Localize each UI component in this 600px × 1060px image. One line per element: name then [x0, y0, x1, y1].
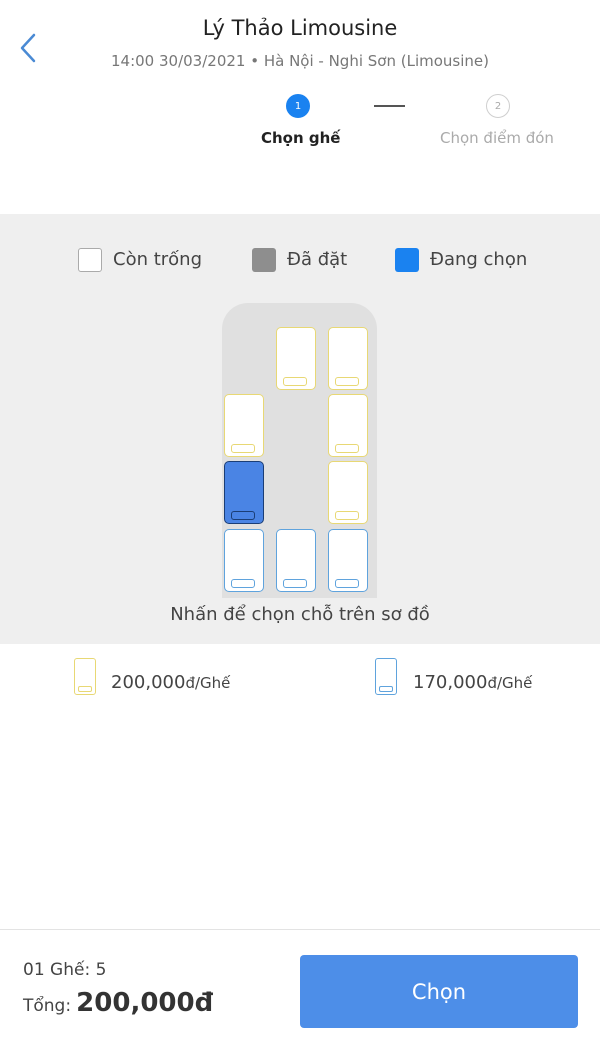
seat-vip[interactable]	[224, 394, 264, 457]
price-legend: 200,000đ/Ghế 170,000đ/Ghế	[0, 658, 600, 698]
legend-empty-swatch	[78, 248, 102, 272]
header: Lý Thảo Limousine 14:00 30/03/2021 • Hà …	[0, 0, 600, 214]
seat-count: 01 Ghế: 5	[23, 960, 107, 980]
seat-standard[interactable]	[224, 529, 264, 592]
legend-booked-label: Đã đặt	[287, 249, 348, 270]
total-label: Tổng:	[23, 996, 72, 1016]
page-title: Lý Thảo Limousine	[202, 16, 398, 40]
vip-seat-icon	[74, 658, 96, 695]
total-row: Tổng: 200,000đ	[23, 988, 213, 1018]
standard-price: 170,000đ/Ghế	[413, 672, 533, 693]
seat-vip[interactable]	[276, 327, 316, 390]
step-connector	[374, 105, 405, 107]
booking-footer: 01 Ghế: 5 Tổng: 200,000đ Chọn	[0, 929, 600, 1060]
total-value: 200,000đ	[76, 988, 214, 1018]
seat-vip[interactable]	[328, 461, 368, 524]
trip-info: 14:00 30/03/2021 • Hà Nội - Nghi Sơn (Li…	[111, 52, 489, 70]
step-2-label[interactable]: Chọn điểm đón	[440, 129, 554, 147]
seat-selected[interactable]	[224, 461, 264, 524]
step-1-label[interactable]: Chọn ghế	[261, 129, 340, 147]
step-2-indicator: 2	[486, 94, 510, 118]
bus-seat-map	[222, 303, 377, 598]
choose-button[interactable]: Chọn	[300, 955, 578, 1028]
legend-selected-label: Đang chọn	[430, 249, 528, 270]
seat-map-hint: Nhấn để chọn chỗ trên sơ đồ	[170, 604, 430, 625]
vip-price: 200,000đ/Ghế	[111, 672, 231, 693]
step-1-indicator: 1	[286, 94, 310, 118]
legend-empty-label: Còn trống	[113, 249, 203, 270]
seat-vip[interactable]	[328, 394, 368, 457]
seat-standard[interactable]	[328, 529, 368, 592]
seat-standard[interactable]	[276, 529, 316, 592]
legend-selected-swatch	[395, 248, 419, 272]
seat-selection-area: Còn trống Đã đặt Đang chọn Nhấn để chọn …	[0, 214, 600, 644]
seat-vip[interactable]	[328, 327, 368, 390]
legend-booked-swatch	[252, 248, 276, 272]
standard-seat-icon	[375, 658, 397, 695]
